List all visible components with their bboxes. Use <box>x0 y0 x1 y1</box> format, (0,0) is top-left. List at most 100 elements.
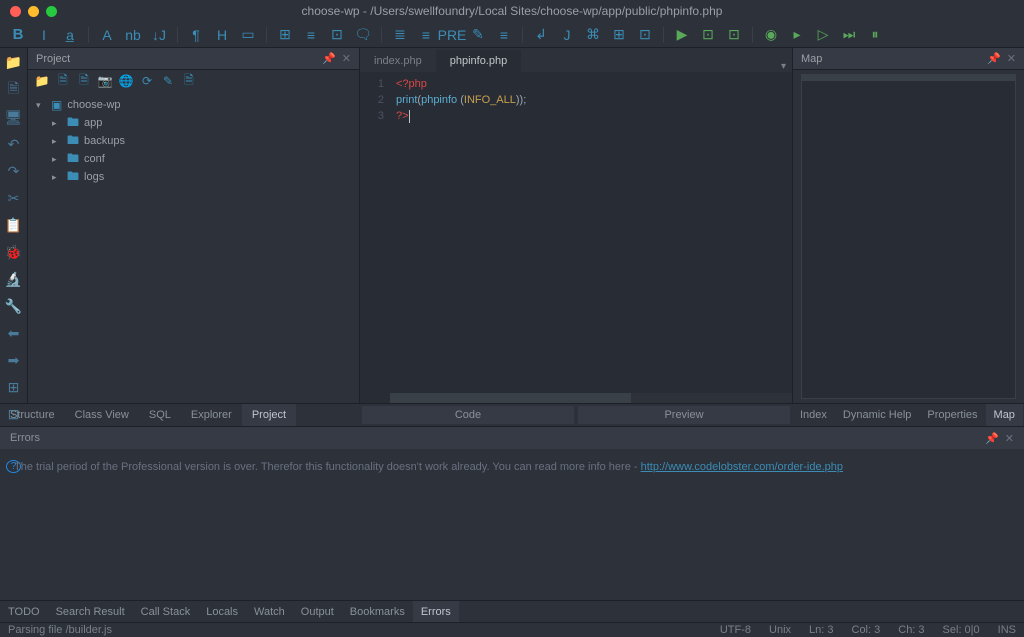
gutter-icon-12[interactable]: ⊞ <box>5 379 23 396</box>
toolbar-icon-3[interactable]: A <box>97 25 117 45</box>
gutter-icon-8[interactable]: 🔬 <box>5 271 23 288</box>
toolbar-icon-8[interactable]: ▭ <box>238 25 258 45</box>
toolbar-icon-16[interactable]: ✎ <box>468 25 488 45</box>
bottom-tab-todo[interactable]: TODO <box>0 601 48 622</box>
toolbar-icon-20[interactable]: ⌘ <box>583 25 603 45</box>
code-content[interactable]: <?php print(phpinfo (INFO_ALL)); ?> <box>390 72 792 403</box>
toolbar-icon-24[interactable]: ⊡ <box>698 25 718 45</box>
toolbar-icon-21[interactable]: ⊞ <box>609 25 629 45</box>
toolbar-icon-4[interactable]: nb <box>123 25 143 45</box>
project-tool-6[interactable]: ✎ <box>160 73 176 89</box>
close-icon[interactable] <box>10 6 21 17</box>
pin-icon[interactable]: 📌 <box>987 52 1001 65</box>
project-tool-5[interactable]: ⟳ <box>139 73 155 89</box>
toolbar-icon-6[interactable]: ¶ <box>186 25 206 45</box>
chevron-right-icon[interactable]: ▸ <box>52 118 62 129</box>
toolbar-icon-30[interactable]: ⏸ <box>865 25 885 45</box>
tree-item-backups[interactable]: ▸🖿backups <box>36 132 351 150</box>
tree-item-conf[interactable]: ▸🖿conf <box>36 150 351 168</box>
view-mode-code[interactable]: Code <box>362 406 574 424</box>
project-tool-2[interactable]: 🗎 <box>76 73 92 89</box>
close-icon[interactable]: ✕ <box>1005 432 1014 445</box>
toolbar-icon-0[interactable]: B <box>8 25 28 45</box>
scrollbar-thumb[interactable] <box>390 393 631 403</box>
bottom-tab-errors[interactable]: Errors <box>413 601 459 622</box>
gutter-icon-6[interactable]: 📋 <box>5 217 23 234</box>
project-tool-4[interactable]: 🌐 <box>118 73 134 89</box>
gutter-icon-10[interactable]: ⬅ <box>5 325 23 342</box>
toolbar-icon-19[interactable]: J <box>557 25 577 45</box>
panel-tab-properties[interactable]: Properties <box>919 404 985 426</box>
gutter-icon-7[interactable]: 🐞 <box>5 244 23 261</box>
chevron-right-icon[interactable]: ▸ <box>52 154 62 165</box>
gutter-icon-4[interactable]: ↷ <box>5 163 23 180</box>
tab-dropdown-icon[interactable]: ▾ <box>781 61 786 72</box>
chevron-right-icon[interactable]: ▸ <box>52 172 62 183</box>
status-eol[interactable]: Unix <box>769 624 791 636</box>
panel-tab-sql[interactable]: SQL <box>139 404 181 426</box>
gutter-icon-2[interactable]: 🖥 <box>5 109 23 126</box>
toolbar-icon-29[interactable]: ⏭ <box>839 25 859 45</box>
toolbar-icon-7[interactable]: H <box>212 25 232 45</box>
project-tool-7[interactable]: 🗎 <box>181 73 197 89</box>
bottom-tab-output[interactable]: Output <box>293 601 342 622</box>
toolbar-icon-28[interactable]: ▷ <box>813 25 833 45</box>
tree-item-app[interactable]: ▸🖿app <box>36 114 351 132</box>
toolbar-icon-27[interactable]: ▸ <box>787 25 807 45</box>
view-mode-preview[interactable]: Preview <box>578 406 790 424</box>
bottom-tab-watch[interactable]: Watch <box>246 601 293 622</box>
project-tool-0[interactable]: 📁 <box>34 73 50 89</box>
minimap[interactable] <box>801 74 1016 399</box>
code-editor[interactable]: 1 2 3 <?php print(phpinfo (INFO_ALL)); ?… <box>360 72 792 403</box>
toolbar-icon-26[interactable]: ◉ <box>761 25 781 45</box>
chevron-right-icon[interactable]: ▸ <box>52 136 62 147</box>
tree-item-logs[interactable]: ▸🖿logs <box>36 168 351 186</box>
status-mode[interactable]: INS <box>998 624 1016 636</box>
maximize-icon[interactable] <box>46 6 57 17</box>
toolbar-icon-11[interactable]: ⊡ <box>327 25 347 45</box>
panel-tab-project[interactable]: Project <box>242 404 296 426</box>
bottom-tab-search-result[interactable]: Search Result <box>48 601 133 622</box>
gutter-icon-0[interactable]: 📁 <box>5 54 23 71</box>
toolbar-icon-10[interactable]: ≡ <box>301 25 321 45</box>
gutter-icon-3[interactable]: ↶ <box>5 136 23 153</box>
toolbar-icon-2[interactable]: a̲ <box>60 25 80 45</box>
editor-tab[interactable]: phpinfo.php <box>436 50 522 72</box>
gutter-icon-11[interactable]: ➡ <box>5 352 23 369</box>
panel-tab-index[interactable]: Index <box>792 404 835 426</box>
chevron-down-icon[interactable]: ▾ <box>36 100 46 111</box>
horizontal-scrollbar[interactable] <box>390 393 792 403</box>
editor-tab[interactable]: index.php <box>360 50 436 72</box>
toolbar-icon-1[interactable]: I <box>34 25 54 45</box>
gutter-icon-9[interactable]: 🔧 <box>5 298 23 315</box>
pin-icon[interactable]: 📌 <box>322 52 336 65</box>
toolbar-icon-23[interactable]: ▶ <box>672 25 692 45</box>
toolbar-icon-15[interactable]: PRE <box>442 25 462 45</box>
status-encoding[interactable]: UTF-8 <box>720 624 751 636</box>
project-tool-3[interactable]: 📷 <box>97 73 113 89</box>
close-icon[interactable]: ✕ <box>342 52 351 65</box>
tree-root[interactable]: ▾ ▣ choose-wp <box>36 96 351 114</box>
panel-tab-dynamic-help[interactable]: Dynamic Help <box>835 404 919 426</box>
minimap-viewport[interactable] <box>802 75 1015 81</box>
gutter-icon-5[interactable]: ✂ <box>5 190 23 207</box>
minimize-icon[interactable] <box>28 6 39 17</box>
toolbar-icon-18[interactable]: ↲ <box>531 25 551 45</box>
panel-tab-structure[interactable]: Structure <box>0 404 65 426</box>
order-link[interactable]: http://www.codelobster.com/order-ide.php <box>641 461 843 473</box>
close-icon[interactable]: ✕ <box>1007 52 1016 65</box>
project-tool-1[interactable]: 🗎 <box>55 73 71 89</box>
bottom-tab-call-stack[interactable]: Call Stack <box>133 601 199 622</box>
toolbar-icon-17[interactable]: ≡ <box>494 25 514 45</box>
panel-tab-explorer[interactable]: Explorer <box>181 404 242 426</box>
panel-tab-class-view[interactable]: Class View <box>65 404 139 426</box>
toolbar-icon-5[interactable]: ↓J <box>149 25 169 45</box>
panel-tab-map[interactable]: Map <box>986 404 1023 426</box>
pin-icon[interactable]: 📌 <box>985 432 999 445</box>
toolbar-icon-13[interactable]: ≣ <box>390 25 410 45</box>
toolbar-icon-12[interactable]: 🗨 <box>353 25 373 45</box>
bottom-tab-locals[interactable]: Locals <box>198 601 246 622</box>
toolbar-icon-9[interactable]: ⊞ <box>275 25 295 45</box>
toolbar-icon-25[interactable]: ⊡ <box>724 25 744 45</box>
toolbar-icon-22[interactable]: ⊡ <box>635 25 655 45</box>
